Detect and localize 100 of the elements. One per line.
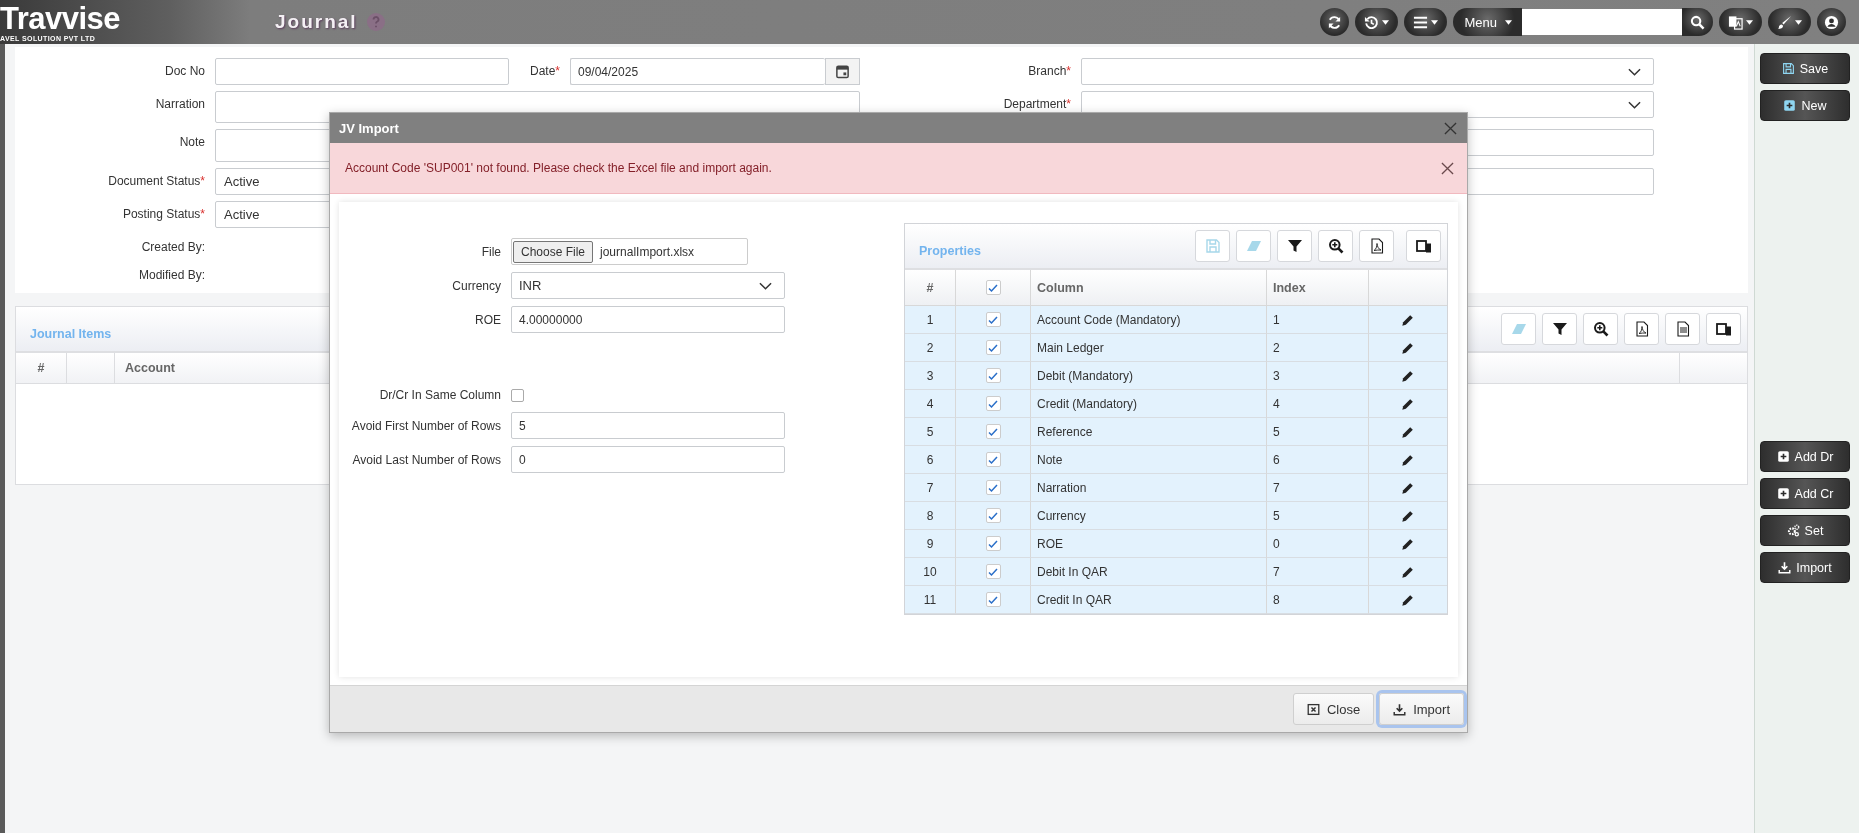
panel-title: Journal Items (30, 327, 112, 341)
checkbox[interactable] (985, 536, 1001, 551)
toolbar-button[interactable] (1318, 230, 1353, 262)
plus-square-icon (1776, 487, 1790, 500)
search-button[interactable] (1682, 8, 1713, 36)
pencil-icon[interactable] (1401, 480, 1415, 495)
field-label: Doc No (165, 64, 205, 78)
checkbox[interactable] (985, 592, 1001, 607)
toolbar-button[interactable] (1624, 313, 1659, 345)
columns-icon (1415, 238, 1432, 254)
toolbar-button[interactable] (1542, 313, 1577, 345)
table-cell: 11 (905, 586, 956, 614)
chevron-down-icon (1628, 67, 1641, 76)
date-field[interactable]: 09/04/2025 (570, 58, 825, 85)
pencil-icon[interactable] (1401, 396, 1415, 411)
panel-title: Properties (919, 244, 981, 258)
checkbox[interactable] (985, 280, 1001, 295)
pencil-icon[interactable] (1401, 452, 1415, 467)
table-cell: 1 (905, 306, 956, 334)
pencil-icon[interactable] (1401, 564, 1415, 579)
caret-icon (1431, 19, 1439, 25)
import-button[interactable]: Import (1760, 552, 1850, 583)
spreadsheet-file-icon (1674, 321, 1691, 337)
download-icon (1393, 702, 1407, 716)
input-field[interactable]: 0 (511, 446, 785, 473)
checkbox[interactable] (985, 340, 1001, 355)
table-cell: Credit In QAR (1031, 586, 1267, 614)
history-button[interactable] (1355, 8, 1399, 36)
zoom-in-icon (1327, 238, 1344, 254)
close-icon[interactable] (1441, 161, 1454, 175)
search-field[interactable] (1522, 9, 1682, 35)
close-icon[interactable] (1444, 121, 1457, 135)
table-cell: 6 (905, 446, 956, 474)
checkbox[interactable] (985, 396, 1001, 411)
table-cell: Currency (1031, 502, 1267, 530)
caret-icon (1382, 19, 1390, 25)
calendar-button[interactable] (825, 58, 860, 85)
pencil-icon[interactable] (1401, 368, 1415, 383)
currency-dropdown[interactable]: INR (511, 272, 785, 299)
list-menu-button[interactable] (1404, 8, 1448, 36)
field-label: Posting Status* (122, 207, 205, 221)
user-button[interactable] (1817, 8, 1846, 36)
roe-field[interactable]: 4.00000000 (511, 306, 785, 333)
table-cell: 2 (905, 334, 956, 362)
pencil-icon[interactable] (1401, 424, 1415, 439)
checkbox[interactable] (985, 452, 1001, 467)
table-cell: Reference (1031, 418, 1267, 446)
checkbox[interactable] (511, 388, 524, 402)
page-title: Journal (275, 11, 358, 33)
input-field[interactable]: 5 (511, 412, 785, 439)
file-input[interactable]: Choose File journalImport.xlsx (511, 238, 748, 265)
list-icon (1413, 14, 1429, 30)
pencil-icon[interactable] (1401, 508, 1415, 523)
column-header: # (905, 270, 956, 305)
pencil-icon[interactable] (1401, 340, 1415, 355)
pencil-icon[interactable] (1401, 536, 1415, 551)
field-label: Note (179, 135, 205, 149)
pencil-icon[interactable] (1401, 592, 1415, 607)
checkbox[interactable] (985, 424, 1001, 439)
field-label: Branch* (1028, 64, 1071, 78)
table-cell: Note (1031, 446, 1267, 474)
filter-icon (1551, 321, 1568, 337)
plus-square-icon (1776, 450, 1790, 463)
field-label: Document Status* (108, 174, 205, 188)
toolbar-button[interactable] (1406, 230, 1441, 262)
new-button[interactable]: New (1760, 90, 1850, 121)
add-button[interactable]: Add Dr (1760, 441, 1850, 472)
field-label: Avoid First Number of Rows (350, 418, 502, 433)
toolbar-button[interactable] (1277, 230, 1312, 262)
menu-button[interactable]: Menu (1453, 8, 1522, 36)
set-button[interactable]: Set (1760, 515, 1850, 546)
input-field[interactable] (215, 58, 509, 85)
checkbox[interactable] (985, 312, 1001, 327)
language-button[interactable] (1719, 8, 1762, 36)
checkbox[interactable] (985, 480, 1001, 495)
theme-button[interactable] (1768, 8, 1811, 36)
pdf-file-icon (1368, 238, 1385, 254)
chevron-down-icon (1628, 100, 1641, 109)
toolbar-button[interactable] (1583, 313, 1618, 345)
field-label: File (480, 244, 502, 259)
import-button[interactable]: Import (1379, 693, 1464, 725)
toolbar-button[interactable] (1706, 313, 1741, 345)
table-cell: Debit In QAR (1031, 558, 1267, 586)
toolbar-button[interactable] (1359, 230, 1394, 262)
filter-icon (1286, 238, 1303, 254)
table-cell: 7 (1267, 558, 1369, 586)
table-cell: 2 (1267, 334, 1369, 362)
table-cell: 7 (905, 474, 956, 502)
checkbox[interactable] (985, 564, 1001, 579)
save-button[interactable]: Save (1760, 53, 1850, 84)
add-button[interactable]: Add Cr (1760, 478, 1850, 509)
eraser-icon (1510, 321, 1527, 337)
close-button[interactable]: Close (1292, 693, 1375, 725)
columns-icon (1715, 321, 1732, 337)
field-label: Modified By: (138, 268, 205, 282)
table-cell: Account Code (Mandatory) (1031, 306, 1267, 334)
checkbox[interactable] (985, 508, 1001, 523)
refresh-button[interactable] (1320, 8, 1350, 36)
pencil-icon[interactable] (1401, 312, 1415, 327)
checkbox[interactable] (985, 368, 1001, 383)
